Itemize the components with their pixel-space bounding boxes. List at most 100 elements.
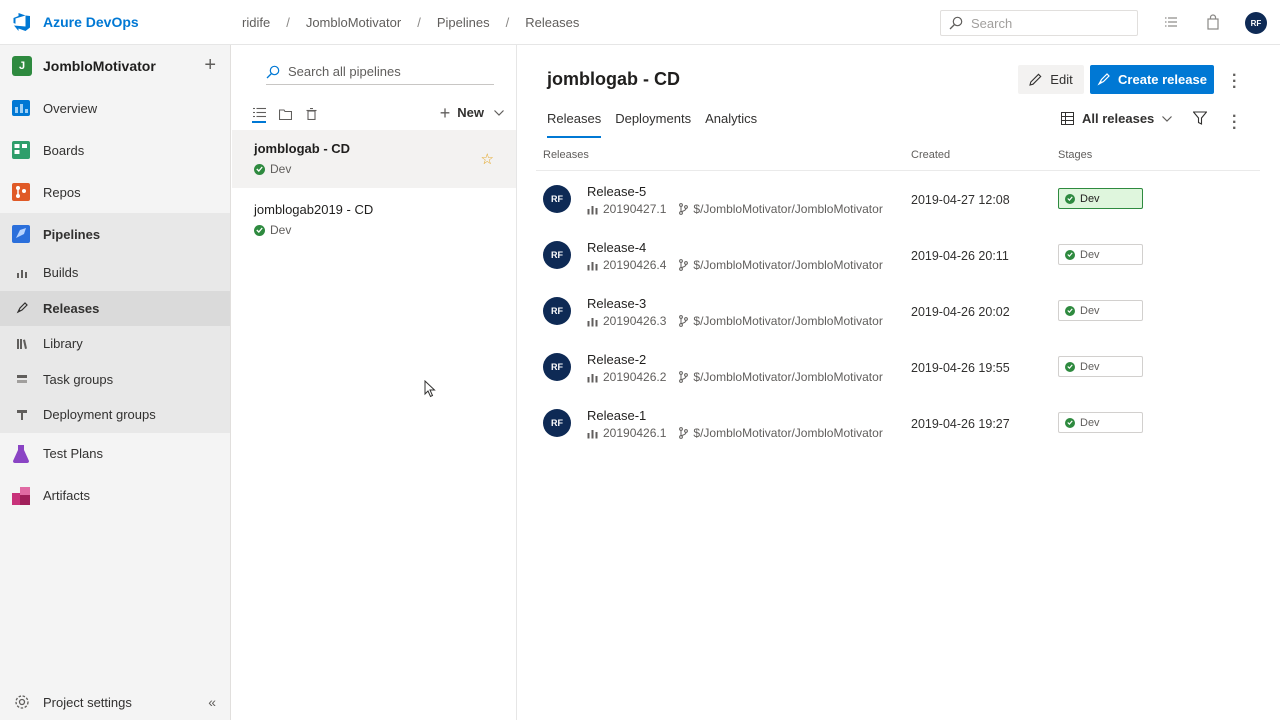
tab-releases[interactable]: Releases — [547, 111, 602, 138]
success-check-icon — [1065, 417, 1075, 428]
filter-icon[interactable] — [1193, 111, 1207, 125]
stage-badge[interactable]: Dev — [1058, 412, 1143, 433]
release-name[interactable]: Release-5 — [587, 184, 646, 199]
search-icon — [266, 65, 280, 78]
deployment-groups-icon — [15, 408, 29, 422]
success-check-icon — [1065, 361, 1075, 372]
list-view-toolbar — [252, 105, 330, 123]
nav-item-boards[interactable]: Boards — [0, 129, 230, 171]
filter-label: All releases — [1082, 111, 1155, 126]
column-header-stages: Stages — [1058, 149, 1093, 161]
sub-item-library[interactable]: Library — [0, 326, 230, 362]
new-pipeline-button[interactable]: + New — [440, 104, 504, 122]
nav-item-repos[interactable]: Repos — [0, 171, 230, 213]
success-check-icon — [1065, 305, 1075, 316]
nav-item-overview[interactable]: Overview — [0, 87, 230, 129]
sub-item-deployment-groups[interactable]: Deployment groups — [0, 397, 230, 433]
release-meta: 20190426.4 $/JombloMotivator/JombloMotiva… — [587, 258, 883, 272]
create-release-button[interactable]: Create release — [1090, 65, 1214, 94]
breadcrumb-separator: / — [505, 14, 510, 30]
project-settings[interactable]: Project settings « — [0, 684, 230, 720]
creator-avatar: RF — [543, 241, 571, 269]
sub-item-releases[interactable]: Releases — [0, 290, 230, 326]
stage-badge[interactable]: Dev — [1058, 244, 1143, 265]
breadcrumb-releases[interactable]: Releases — [525, 15, 579, 30]
creator-avatar: RF — [543, 353, 571, 381]
creator-avatar: RF — [543, 185, 571, 213]
release-pipeline-main: jomblogab - CD Edit Create release · · · R… — [518, 45, 1280, 720]
boards-icon — [12, 141, 30, 159]
library-icon — [15, 337, 29, 351]
branch-icon — [679, 427, 689, 439]
branch-icon — [679, 259, 689, 271]
column-header-created: Created — [911, 149, 951, 161]
branch-path: $/JombloMotivator/JombloMotivator — [693, 258, 883, 272]
release-row[interactable]: RF Release-4 20190426.4 $/JombloMotivator/J… — [536, 227, 1260, 283]
column-header-releases: Releases — [543, 149, 589, 161]
sub-item-label: Releases — [43, 300, 100, 316]
top-bar: Azure DevOps ridife / JombloMotivator / … — [0, 0, 1280, 45]
nav-item-label: Test Plans — [43, 446, 103, 461]
more-options-icon[interactable]: · · · — [1232, 109, 1237, 137]
stage-name: Dev — [1080, 304, 1100, 317]
sub-item-builds[interactable]: Builds — [0, 255, 230, 291]
nav-item-pipelines[interactable]: Pipelines — [0, 213, 230, 255]
folder-icon[interactable] — [278, 107, 292, 121]
edit-button[interactable]: Edit — [1018, 65, 1084, 94]
build-number: 20190426.2 — [603, 370, 667, 384]
more-actions-icon[interactable]: · · · — [1232, 68, 1237, 96]
release-row[interactable]: RF Release-2 20190426.2 $/JombloMotivator/J… — [536, 339, 1260, 395]
pipeline-search-input[interactable]: Search all pipelines — [266, 59, 494, 85]
release-created: 2019-04-26 20:11 — [911, 249, 1009, 263]
pipeline-search-placeholder: Search all pipelines — [288, 64, 401, 79]
stage-badge[interactable]: Dev — [1058, 300, 1143, 321]
stage-name: Dev — [1080, 192, 1100, 205]
chevron-down-icon — [1162, 115, 1173, 122]
tab-analytics[interactable]: Analytics — [705, 111, 757, 138]
release-row[interactable]: RF Release-3 20190426.3 $/JombloMotivator/J… — [536, 283, 1260, 339]
trash-icon[interactable] — [304, 107, 318, 121]
stage-badge[interactable]: Dev — [1058, 356, 1143, 377]
pipeline-item[interactable]: jomblogab2019 - CD Dev — [232, 191, 516, 249]
overview-icon — [12, 100, 30, 116]
breadcrumb-project[interactable]: JombloMotivator — [306, 15, 401, 30]
release-meta: 20190426.1 $/JombloMotivator/JombloMotiva… — [587, 426, 883, 440]
task-list-icon[interactable] — [1163, 14, 1179, 30]
release-created: 2019-04-26 19:27 — [911, 417, 1010, 431]
nav-item-artifacts[interactable]: Artifacts — [0, 475, 230, 517]
breadcrumb-pipelines[interactable]: Pipelines — [437, 15, 490, 30]
breadcrumb-org[interactable]: ridife — [242, 15, 270, 30]
search-input[interactable]: Search — [940, 10, 1138, 36]
collapse-icon[interactable]: « — [208, 694, 216, 710]
branch-icon — [679, 315, 689, 327]
user-avatar[interactable]: RF — [1245, 12, 1267, 34]
release-row[interactable]: RF Release-5 20190427.1 $/JombloMotivator/J… — [536, 171, 1260, 227]
project-header[interactable]: J JombloMotivator + — [0, 45, 230, 87]
pipeline-name: jomblogab - CD — [254, 141, 351, 156]
release-filter-dropdown[interactable]: All releases — [1061, 111, 1180, 126]
add-icon[interactable]: + — [204, 55, 216, 75]
shopping-bag-icon[interactable] — [1205, 14, 1221, 30]
stage-badge[interactable]: Dev — [1058, 188, 1143, 209]
release-name[interactable]: Release-1 — [587, 408, 646, 423]
release-row[interactable]: RF Release-1 20190426.1 $/JombloMotivator/J… — [536, 395, 1260, 451]
branch-path: $/JombloMotivator/JombloMotivator — [693, 202, 883, 216]
pipeline-item[interactable]: jomblogab - CD Dev ☆ — [232, 130, 516, 188]
sub-item-label: Task groups — [43, 371, 114, 387]
azure-devops-logo-icon — [13, 13, 30, 31]
rocket-icon — [1097, 73, 1110, 86]
brand[interactable]: Azure DevOps — [0, 0, 231, 45]
release-name[interactable]: Release-2 — [587, 352, 646, 367]
pipelines-icon — [12, 225, 30, 243]
creator-avatar: RF — [543, 297, 571, 325]
release-name[interactable]: Release-3 — [587, 296, 646, 311]
branch-path: $/JombloMotivator/JombloMotivator — [693, 370, 883, 384]
nav-item-test-plans[interactable]: Test Plans — [0, 433, 230, 475]
release-name[interactable]: Release-4 — [587, 240, 646, 255]
build-number: 20190426.1 — [603, 426, 667, 440]
favorite-star-icon[interactable]: ☆ — [481, 150, 494, 168]
list-view-icon[interactable] — [252, 105, 266, 123]
tab-deployments[interactable]: Deployments — [615, 111, 691, 138]
sub-item-task-groups[interactable]: Task groups — [0, 361, 230, 397]
brand-name: Azure DevOps — [43, 14, 139, 30]
